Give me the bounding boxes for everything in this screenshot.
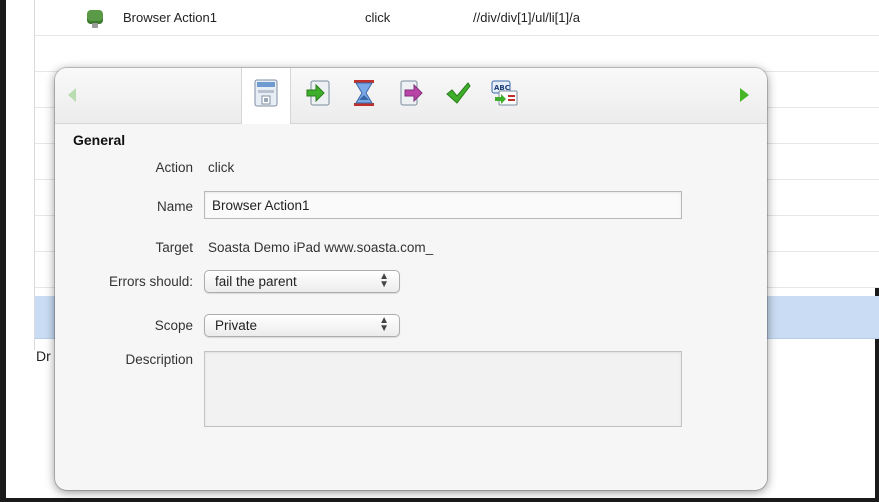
target-value: Soasta Demo iPad www.soasta.com_ — [208, 240, 434, 255]
section-title-general: General — [73, 132, 126, 148]
triangle-left-icon[interactable] — [68, 88, 76, 102]
background-label: Dr — [36, 348, 51, 364]
wait-tab-button[interactable] — [339, 68, 387, 123]
output-tab-button[interactable] — [387, 68, 435, 123]
hourglass-icon — [354, 80, 374, 106]
action-value: click — [208, 160, 235, 175]
input-tab-button[interactable] — [293, 68, 341, 123]
row-locator: //div/div[1]/ul/li[1]/a — [473, 10, 580, 25]
description-textarea[interactable] — [204, 351, 682, 427]
window-frame-bottom — [0, 498, 879, 502]
window-frame-left — [0, 0, 6, 502]
description-label: Description — [125, 352, 193, 367]
errors-should-label: Errors should: — [108, 274, 193, 289]
action-properties-popover: ABC General Action click Name Target Soa… — [55, 68, 767, 490]
action-label: Action — [155, 160, 193, 175]
list-row[interactable] — [35, 36, 879, 72]
name-label: Name — [156, 199, 193, 214]
select-arrows-icon: ▲ ▼ — [379, 315, 389, 334]
errors-should-select[interactable]: fail the parent ▲ ▼ — [204, 270, 400, 293]
browser-action-icon — [87, 10, 103, 28]
errors-should-value: fail the parent — [215, 274, 297, 289]
checkmark-icon — [446, 82, 471, 104]
general-tab-button[interactable] — [241, 68, 291, 124]
popover-toolbar: ABC — [55, 68, 767, 124]
abc-validation-icon: ABC — [491, 80, 518, 106]
green-arrow-in-icon — [306, 80, 330, 106]
general-properties-icon — [254, 79, 278, 107]
row-action: click — [365, 10, 391, 25]
scope-label: Scope — [154, 318, 193, 333]
purple-arrow-out-icon — [400, 80, 423, 106]
scope-select[interactable]: Private ▲ ▼ — [204, 314, 400, 337]
row-name: Browser Action1 — [123, 10, 217, 25]
list-row-browser-action1[interactable]: Browser Action1 click //div/div[1]/ul/li… — [35, 0, 879, 36]
target-label: Target — [155, 240, 193, 255]
name-input[interactable] — [204, 191, 682, 219]
validation-tab-button[interactable] — [433, 68, 481, 123]
select-arrows-icon: ▲ ▼ — [379, 271, 389, 290]
abc-tab-button[interactable]: ABC — [479, 68, 527, 123]
triangle-right-icon[interactable] — [740, 88, 749, 102]
scope-value: Private — [215, 318, 258, 333]
